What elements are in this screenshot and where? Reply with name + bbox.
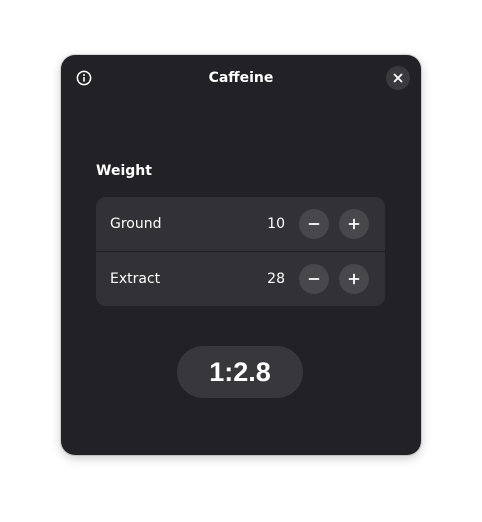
weight-list: Ground 10 Extract 28 — [96, 197, 385, 306]
ground-label: Ground — [110, 216, 162, 232]
ground-row: Ground 10 — [96, 197, 385, 251]
extract-decrement-button[interactable] — [299, 264, 329, 294]
ground-value: 10 — [267, 216, 285, 232]
plus-icon — [348, 218, 360, 230]
header-bar: Caffeine — [61, 55, 421, 101]
extract-row: Extract 28 — [96, 252, 385, 306]
extract-label: Extract — [110, 271, 161, 287]
close-button[interactable] — [386, 66, 410, 90]
ratio-display: 1:2.8 — [177, 346, 303, 398]
minus-icon — [308, 223, 320, 225]
weight-section-title: Weight — [96, 163, 152, 179]
close-icon — [393, 73, 403, 83]
minus-icon — [308, 278, 320, 280]
ground-increment-button[interactable] — [339, 209, 369, 239]
app-window: Caffeine Weight Ground 10 Extract 28 1:2… — [61, 55, 421, 455]
extract-increment-button[interactable] — [339, 264, 369, 294]
window-title: Caffeine — [208, 70, 274, 86]
ground-decrement-button[interactable] — [299, 209, 329, 239]
extract-value: 28 — [267, 271, 285, 287]
plus-icon — [348, 273, 360, 285]
